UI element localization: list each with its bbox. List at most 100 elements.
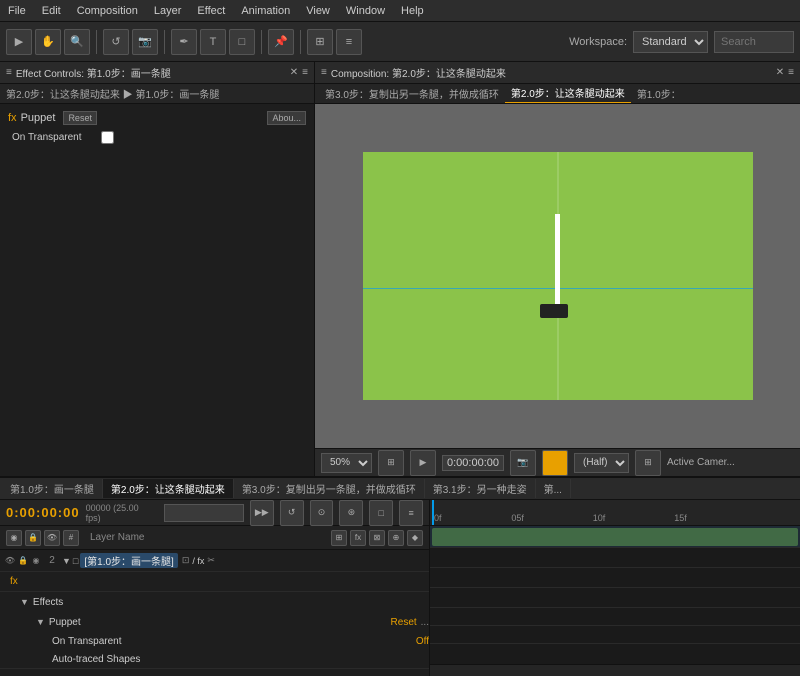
tl-tab-more[interactable]: 第... bbox=[536, 479, 571, 498]
tl-fx-btn[interactable]: fx bbox=[350, 530, 366, 546]
workspace-select[interactable]: Standard bbox=[633, 31, 708, 53]
puppet-expand-row[interactable]: ▼ Puppet Reset ... bbox=[36, 612, 429, 632]
track-bar-main[interactable] bbox=[432, 528, 798, 546]
tl-tab-step3[interactable]: 第3.0步：复制出另一条腿，并做成循环 bbox=[234, 479, 425, 498]
layer-name-text[interactable]: [第1.0步：画一条腿] bbox=[80, 553, 177, 568]
about-btn[interactable]: Abou... bbox=[267, 111, 306, 125]
reset-btn[interactable]: Reset bbox=[63, 111, 97, 125]
timeline-area: 第1.0步：画一条腿 第2.0步：让这条腿动起来 第3.0步：复制出另一条腿，并… bbox=[0, 476, 800, 676]
menu-item-file[interactable]: File bbox=[0, 3, 34, 19]
track-on-transparent bbox=[430, 608, 800, 626]
effects-expand-icon[interactable]: ▼ bbox=[20, 597, 29, 607]
menu-item-composition[interactable]: Composition bbox=[69, 3, 146, 19]
effect-controls-panel: ≡ Effect Controls: 第1.0步：画一条腿 ✕ ≡ 第2.0步：… bbox=[0, 62, 315, 476]
comp-canvas bbox=[315, 104, 800, 448]
menu-item-layer[interactable]: Layer bbox=[146, 3, 190, 19]
tl-switch-btn[interactable]: ⊞ bbox=[331, 530, 347, 546]
hand-tool-btn[interactable]: ✋ bbox=[35, 29, 61, 55]
layer-row: 👁 🔒 ◉ 2 ▼ □ [第1.0步：画一条腿] ⊡ / fx ✂ bbox=[0, 550, 429, 572]
tl-play-btn[interactable]: ▶▶ bbox=[250, 500, 274, 526]
tl-draft-btn[interactable]: ⊛ bbox=[339, 500, 363, 526]
preview-btn[interactable]: ▶ bbox=[410, 450, 436, 476]
menu-item-view[interactable]: View bbox=[298, 3, 338, 19]
tl-tab-step2[interactable]: 第2.0步：让这条腿动起来 bbox=[103, 479, 234, 498]
tl-keyframe-btn[interactable]: ◆ bbox=[407, 530, 423, 546]
on-transparent-label: On Transparent bbox=[12, 132, 81, 143]
tl-search-input[interactable] bbox=[164, 504, 244, 522]
tl-lock-btn[interactable]: 🔒 bbox=[25, 530, 41, 546]
puppet-name: Puppet bbox=[49, 617, 81, 628]
timeline-layer-panel: 0:00:00:00 00000 (25.00 fps) ▶▶ ↺ ⊙ ⊛ □ … bbox=[0, 500, 430, 676]
text-tool-btn[interactable]: T bbox=[200, 29, 226, 55]
selection-tool-btn[interactable]: ▶ bbox=[6, 29, 32, 55]
effects-expand-row[interactable]: ▼ Effects bbox=[20, 592, 429, 612]
menu-bar: File Edit Composition Layer Effect Anima… bbox=[0, 0, 800, 22]
layer-solo-btn[interactable]: ◉ bbox=[30, 555, 42, 567]
tl-tab-step31[interactable]: 第3.1步：另一种走姿 bbox=[425, 479, 536, 498]
effects-group: ▼ Effects ▼ Puppet Reset ... On Transpar… bbox=[0, 592, 429, 669]
menu-item-animation[interactable]: Animation bbox=[233, 3, 298, 19]
shape-tool-btn[interactable]: □ bbox=[229, 29, 255, 55]
zoom-tool-btn[interactable]: 🔍 bbox=[64, 29, 90, 55]
tl-hide-btn[interactable]: 👁 bbox=[44, 530, 60, 546]
comp-tab-step2[interactable]: 第2.0步：让这条腿动起来 bbox=[505, 84, 631, 104]
tl-tab-step1[interactable]: 第1.0步：画一条腿 bbox=[2, 479, 103, 498]
timecode-display[interactable]: 0:00:00:00 bbox=[442, 455, 504, 471]
comp-tab-step3[interactable]: 第3.0步：复制出另一条腿，并做成循环 bbox=[319, 84, 505, 103]
toolbar-sep4 bbox=[300, 30, 301, 54]
puppet-tool-btn[interactable]: 📌 bbox=[268, 29, 294, 55]
align-btn[interactable]: ≡ bbox=[336, 29, 362, 55]
tl-extra-btn[interactable]: ⊕ bbox=[388, 530, 404, 546]
quality-select[interactable]: (Half) bbox=[574, 453, 629, 473]
leg-foot bbox=[540, 304, 568, 318]
rotation-tool-btn[interactable]: ↺ bbox=[103, 29, 129, 55]
tl-tools-row: ◉ 🔒 👁 # Layer Name ⊞ fx ⊠ ⊕ ◆ bbox=[0, 526, 429, 550]
timeline-ruler: 0f 05f 10f 15f bbox=[430, 500, 800, 526]
tl-live-btn[interactable]: ⊙ bbox=[310, 500, 334, 526]
tl-cols-btn[interactable]: ⊠ bbox=[369, 530, 385, 546]
effect-controls-header: ≡ Effect Controls: 第1.0步：画一条腿 ✕ ≡ bbox=[0, 62, 314, 84]
tl-solo-btn[interactable]: ◉ bbox=[6, 530, 22, 546]
reset-view-btn[interactable]: ⊞ bbox=[378, 450, 404, 476]
timeline-tracks bbox=[430, 526, 800, 664]
menu-item-effect[interactable]: Effect bbox=[189, 3, 233, 19]
comp-tab-step1[interactable]: 第1.0步： bbox=[631, 84, 687, 103]
tl-fps-display: 00000 (25.00 fps) bbox=[86, 503, 150, 523]
timeline-scrollbar[interactable] bbox=[430, 664, 800, 676]
breadcrumb: 第2.0步：让这条腿动起来 ▶ 第1.0步：画一条腿 bbox=[0, 84, 314, 104]
layer-name-header: Layer Name bbox=[90, 532, 144, 543]
snap-btn[interactable]: ⊞ bbox=[307, 29, 333, 55]
panel-menu-icon[interactable]: ≡ bbox=[302, 67, 308, 78]
comp-toolbar: 50% ⊞ ▶ 0:00:00:00 📷 (Half) ⊞ Active Cam… bbox=[315, 448, 800, 476]
layer-scissors-icon[interactable]: ✂ bbox=[207, 555, 215, 566]
camera-tool-btn[interactable]: 📷 bbox=[132, 29, 158, 55]
puppet-reset-btn[interactable]: Reset bbox=[391, 617, 417, 628]
track-main bbox=[430, 526, 800, 548]
layer-lock-btn[interactable]: 🔒 bbox=[17, 555, 29, 567]
menu-item-edit[interactable]: Edit bbox=[34, 3, 69, 19]
layer-expand-icon[interactable]: ▼ bbox=[62, 556, 71, 566]
tl-timecode[interactable]: 0:00:00:00 bbox=[6, 505, 80, 520]
menu-item-help[interactable]: Help bbox=[393, 3, 432, 19]
track-fx bbox=[430, 548, 800, 568]
on-transparent-checkbox[interactable] bbox=[101, 131, 114, 144]
tl-render-btn[interactable]: □ bbox=[369, 500, 393, 526]
comp-close-icon[interactable]: ✕ bbox=[776, 67, 784, 78]
puppet-expand-icon[interactable]: ▼ bbox=[36, 617, 45, 627]
pen-tool-btn[interactable]: ✒ bbox=[171, 29, 197, 55]
tl-label-btn[interactable]: # bbox=[63, 530, 79, 546]
layer-eye-btn[interactable]: 👁 bbox=[4, 555, 16, 567]
menu-item-window[interactable]: Window bbox=[338, 3, 393, 19]
color-btn[interactable] bbox=[542, 450, 568, 476]
layer-connect-icon[interactable]: ⊡ bbox=[182, 555, 190, 566]
comp-menu-icon[interactable]: ≡ bbox=[788, 67, 794, 78]
search-input[interactable] bbox=[714, 31, 794, 53]
panel-close-icon[interactable]: ✕ bbox=[290, 67, 298, 78]
tl-loop-btn[interactable]: ↺ bbox=[280, 500, 304, 526]
camera-icon[interactable]: 📷 bbox=[510, 450, 536, 476]
layer-fx-icon[interactable]: / fx bbox=[192, 556, 204, 566]
on-transparent-off[interactable]: Off bbox=[416, 636, 429, 647]
tl-more-btn[interactable]: ≡ bbox=[399, 500, 423, 526]
zoom-select[interactable]: 50% bbox=[321, 453, 372, 473]
grid-btn[interactable]: ⊞ bbox=[635, 450, 661, 476]
